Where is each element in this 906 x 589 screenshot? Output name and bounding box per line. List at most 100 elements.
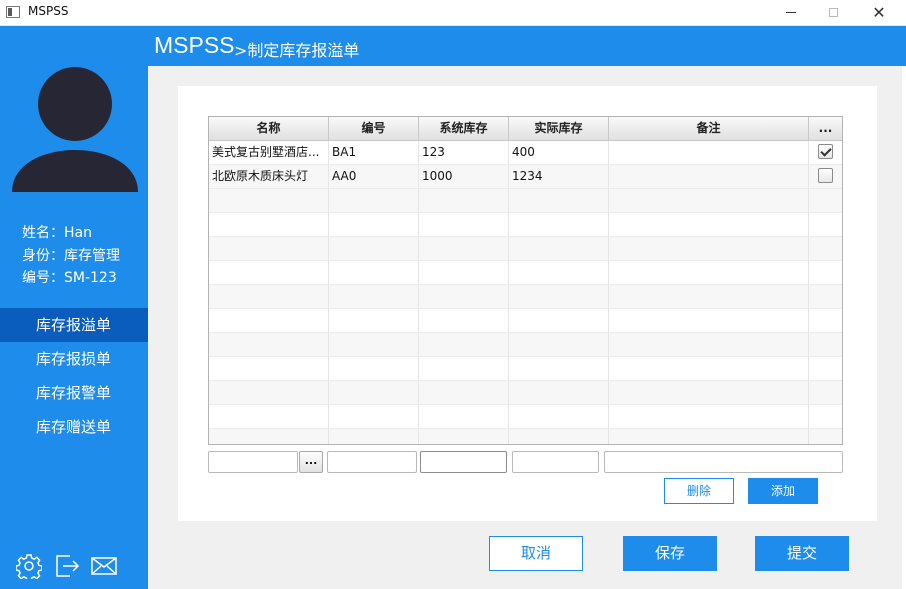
cell-actual-stock: 1234 xyxy=(509,165,609,188)
empty-cell xyxy=(809,357,842,380)
empty-cell xyxy=(209,381,329,404)
empty-cell xyxy=(209,237,329,260)
close-button[interactable]: ✕ xyxy=(856,0,902,26)
name-input[interactable] xyxy=(208,451,298,473)
empty-cell xyxy=(609,381,809,404)
empty-cell xyxy=(809,429,842,444)
empty-cell xyxy=(609,405,809,428)
empty-cell xyxy=(509,405,609,428)
empty-cell xyxy=(209,357,329,380)
empty-cell xyxy=(329,285,419,308)
empty-table-row xyxy=(209,357,842,381)
empty-cell xyxy=(419,381,509,404)
table-row[interactable]: 美式复古别墅酒店... BA1 123 400 xyxy=(209,141,842,165)
empty-cell xyxy=(329,237,419,260)
empty-cell xyxy=(609,429,809,444)
table-row[interactable]: 北欧原木质床头灯 AA0 1000 1234 xyxy=(209,165,842,189)
empty-rows xyxy=(209,189,842,444)
brand-title: MSPSS xyxy=(154,32,235,58)
empty-cell xyxy=(809,261,842,284)
actual-stock-input[interactable] xyxy=(512,451,599,473)
empty-cell xyxy=(809,213,842,236)
cell-code: AA0 xyxy=(329,165,419,188)
code-input[interactable] xyxy=(327,451,417,473)
empty-cell xyxy=(419,189,509,212)
inventory-table: 名称 编号 系统库存 实际库存 备注 ... 美式复古别墅酒店... BA1 1… xyxy=(208,116,843,445)
row-checkbox[interactable] xyxy=(818,144,833,159)
user-id: 编号：SM-123 xyxy=(22,270,117,286)
mail-icon[interactable] xyxy=(90,553,118,583)
cell-code: BA1 xyxy=(329,141,419,164)
empty-table-row xyxy=(209,189,842,213)
note-input[interactable] xyxy=(604,451,843,473)
empty-table-row xyxy=(209,213,842,237)
logout-icon[interactable] xyxy=(54,553,80,583)
column-header-name[interactable]: 名称 xyxy=(209,117,329,141)
column-header-code[interactable]: 编号 xyxy=(329,117,419,141)
empty-cell xyxy=(509,237,609,260)
sidebar-item-overflow-report[interactable]: 库存报溢单 xyxy=(0,308,148,342)
empty-cell xyxy=(209,309,329,332)
empty-cell xyxy=(809,189,842,212)
cell-system-stock: 1000 xyxy=(419,165,509,188)
empty-cell xyxy=(329,333,419,356)
empty-table-row xyxy=(209,261,842,285)
empty-cell xyxy=(209,333,329,356)
delete-button[interactable]: 删除 xyxy=(664,478,734,504)
empty-cell xyxy=(329,381,419,404)
system-stock-input[interactable] xyxy=(420,451,507,473)
add-button[interactable]: 添加 xyxy=(748,478,818,504)
empty-cell xyxy=(809,405,842,428)
empty-cell xyxy=(419,213,509,236)
empty-table-row xyxy=(209,309,842,333)
empty-cell xyxy=(329,357,419,380)
empty-cell xyxy=(609,309,809,332)
save-button[interactable]: 保存 xyxy=(623,536,717,571)
gear-icon[interactable] xyxy=(15,553,43,583)
sidebar-item-alarm-report[interactable]: 库存报警单 xyxy=(0,376,148,410)
browse-button[interactable]: ... xyxy=(299,451,323,473)
empty-cell xyxy=(209,261,329,284)
empty-cell xyxy=(609,213,809,236)
empty-cell xyxy=(509,357,609,380)
empty-cell xyxy=(509,213,609,236)
empty-cell xyxy=(809,285,842,308)
table-header: 名称 编号 系统库存 实际库存 备注 ... xyxy=(209,117,842,141)
minimize-icon xyxy=(786,12,796,13)
empty-cell xyxy=(419,261,509,284)
empty-cell xyxy=(509,261,609,284)
cell-note xyxy=(609,141,809,164)
sidebar-item-gift-report[interactable]: 库存赠送单 xyxy=(0,410,148,444)
row-checkbox[interactable] xyxy=(818,168,833,183)
empty-cell xyxy=(329,261,419,284)
empty-table-row xyxy=(209,285,842,309)
user-info: 姓名：Han 身份：库存管理 编号：SM-123 xyxy=(22,222,120,290)
empty-cell xyxy=(419,309,509,332)
empty-cell xyxy=(329,189,419,212)
empty-cell xyxy=(209,405,329,428)
column-header-system-stock[interactable]: 系统库存 xyxy=(419,117,509,141)
user-role: 身份：库存管理 xyxy=(22,247,120,264)
empty-cell xyxy=(609,285,809,308)
content-panel: 名称 编号 系统库存 实际库存 备注 ... 美式复古别墅酒店... BA1 1… xyxy=(178,86,877,521)
empty-cell xyxy=(509,285,609,308)
column-header-note[interactable]: 备注 xyxy=(609,117,809,141)
empty-cell xyxy=(509,309,609,332)
cell-actual-stock: 400 xyxy=(509,141,609,164)
empty-cell xyxy=(329,309,419,332)
maximize-button[interactable] xyxy=(810,0,856,26)
sidebar-item-loss-report[interactable]: 库存报损单 xyxy=(0,342,148,376)
minimize-button[interactable] xyxy=(768,0,814,26)
empty-cell xyxy=(209,189,329,212)
empty-cell xyxy=(209,285,329,308)
empty-cell xyxy=(419,405,509,428)
empty-cell xyxy=(419,285,509,308)
empty-cell xyxy=(419,237,509,260)
empty-cell xyxy=(809,333,842,356)
column-header-actual-stock[interactable]: 实际库存 xyxy=(509,117,609,141)
header: MSPSS >制定库存报溢单 xyxy=(148,26,906,66)
empty-cell xyxy=(609,261,809,284)
column-header-select[interactable]: ... xyxy=(809,117,842,141)
cancel-button[interactable]: 取消 xyxy=(489,536,583,571)
submit-button[interactable]: 提交 xyxy=(755,536,849,571)
